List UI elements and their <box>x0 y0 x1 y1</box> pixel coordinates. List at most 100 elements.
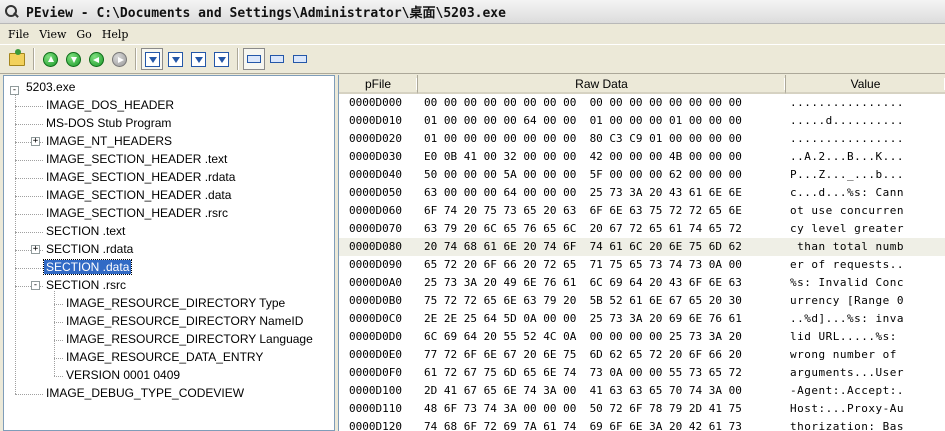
import-icon <box>213 51 229 67</box>
view-dword-button[interactable] <box>289 48 311 70</box>
table-row[interactable]: 0000D0B0 75 72 72 65 6E 63 79 20 5B 52 61… <box>339 292 945 310</box>
pfile-cell: 0000D0C0 <box>349 312 402 325</box>
tree-connector <box>54 322 63 323</box>
tree-item-label: MS-DOS Stub Program <box>46 116 172 130</box>
table-row[interactable]: 0000D040 50 00 00 00 5A 00 00 00 5F 00 00… <box>339 166 945 184</box>
expand-toggle[interactable]: + <box>31 245 40 254</box>
menu-help[interactable]: Help <box>98 27 135 41</box>
menu-view[interactable]: View <box>35 27 72 41</box>
tree-item[interactable]: IMAGE_NT_HEADERS <box>44 133 174 150</box>
value-cell: .....d.......... <box>790 114 904 127</box>
pfile-cell: 0000D050 <box>349 186 402 199</box>
open-file-icon <box>9 48 25 66</box>
tree-item[interactable]: IMAGE_SECTION_HEADER .rsrc <box>44 205 230 222</box>
open-file-button[interactable] <box>6 48 28 70</box>
collapse-toggle[interactable]: - <box>31 281 40 290</box>
table-row[interactable]: 0000D050 63 00 00 00 64 00 00 00 25 73 3A… <box>339 184 945 202</box>
tree-item-label: IMAGE_SECTION_HEADER .rdata <box>46 170 236 184</box>
menu-go[interactable]: Go <box>72 27 97 41</box>
tree-item[interactable]: MS-DOS Stub Program <box>44 115 173 132</box>
tree-item[interactable]: IMAGE_RESOURCE_DIRECTORY Type <box>64 295 287 312</box>
tree-item[interactable]: IMAGE_RESOURCE_DIRECTORY Language <box>64 331 315 348</box>
column-header-pfile[interactable]: pFile <box>339 75 418 94</box>
export-button[interactable] <box>187 48 209 70</box>
pfile-cell: 0000D000 <box>349 96 402 109</box>
toolbar <box>0 44 945 74</box>
expand-toggle[interactable]: + <box>31 137 40 146</box>
raw-data-cell: 01 00 00 00 00 00 00 00 80 C3 C9 01 00 0… <box>424 132 742 145</box>
table-row[interactable]: 0000D070 63 79 20 6C 65 76 65 6C 20 67 72… <box>339 220 945 238</box>
table-row[interactable]: 0000D090 65 72 20 6F 66 20 72 65 71 75 65… <box>339 256 945 274</box>
value-cell: -Agent:.Accept:. <box>790 384 904 397</box>
value-cell: wrong number of <box>790 348 904 361</box>
tree-connector <box>15 178 43 179</box>
table-row[interactable]: 0000D120 74 68 6F 72 69 7A 61 74 69 6F 6E… <box>339 418 945 431</box>
table-row[interactable]: 0000D010 01 00 00 00 00 64 00 00 01 00 00… <box>339 112 945 130</box>
table-row[interactable]: 0000D0D0 6C 69 64 20 55 52 4C 0A 00 00 00… <box>339 328 945 346</box>
view-word-icon <box>270 55 284 63</box>
menu-file[interactable]: File <box>4 27 35 41</box>
tree-item-label: VERSION 0001 0409 <box>66 368 181 382</box>
tree-item[interactable]: IMAGE_DEBUG_TYPE_CODEVIEW <box>44 385 246 402</box>
table-row[interactable]: 0000D0E0 77 72 6F 6E 67 20 6E 75 6D 62 65… <box>339 346 945 364</box>
column-header-value[interactable]: Value <box>786 75 945 94</box>
value-cell: ................ <box>790 96 904 109</box>
tree-connector <box>15 268 43 269</box>
go-forward-button[interactable] <box>108 48 130 70</box>
column-header-raw-data[interactable]: Raw Data <box>418 75 786 94</box>
value-cell: c...d...%s: Cann <box>790 186 904 199</box>
table-row[interactable]: 0000D000 00 00 00 00 00 00 00 00 00 00 00… <box>339 94 945 112</box>
save-view-button[interactable] <box>141 48 163 70</box>
table-row[interactable]: 0000D110 48 6F 73 74 3A 00 00 00 50 72 6F… <box>339 400 945 418</box>
pfile-cell: 0000D0F0 <box>349 366 402 379</box>
table-row[interactable]: 0000D020 01 00 00 00 00 00 00 00 80 C3 C9… <box>339 130 945 148</box>
title-bar: PEview - C:\Documents and Settings\Admin… <box>0 0 945 24</box>
table-row[interactable]: 0000D0A0 25 73 3A 20 49 6E 76 61 6C 69 64… <box>339 274 945 292</box>
tree-root[interactable]: -5203.exe <box>10 79 77 96</box>
mail-button[interactable] <box>164 48 186 70</box>
tree-item[interactable]: IMAGE_RESOURCE_DIRECTORY NameID <box>64 313 305 330</box>
structure-tree[interactable]: -5203.exe IMAGE_DOS_HEADER MS-DOS Stub Pr… <box>3 75 335 431</box>
view-dword-icon <box>293 55 307 63</box>
tree-item[interactable]: IMAGE_SECTION_HEADER .data <box>44 187 233 204</box>
table-row[interactable]: 0000D080 20 74 68 61 6E 20 74 6F 74 61 6C… <box>339 238 945 256</box>
table-row[interactable]: 0000D060 6F 74 20 75 73 65 20 63 6F 6E 63… <box>339 202 945 220</box>
tree-item[interactable]: SECTION .rdata <box>44 241 135 258</box>
table-row[interactable]: 0000D030 E0 0B 41 00 32 00 00 00 42 00 00… <box>339 148 945 166</box>
tree-item[interactable]: SECTION .text <box>44 223 127 240</box>
value-cell: Host:...Proxy-Au <box>790 402 904 415</box>
tree-item[interactable]: IMAGE_SECTION_HEADER .text <box>44 151 229 168</box>
menu-bar: File View Go Help <box>0 24 945 44</box>
go-up-button[interactable] <box>39 48 61 70</box>
toolbar-separator <box>33 48 35 70</box>
import-button[interactable] <box>210 48 232 70</box>
tree-item[interactable]: IMAGE_SECTION_HEADER .rdata <box>44 169 237 186</box>
up-arrow-icon <box>42 51 58 67</box>
raw-data-cell: E0 0B 41 00 32 00 00 00 42 00 00 00 4B 0… <box>424 150 742 163</box>
tree-item-label: IMAGE_SECTION_HEADER .text <box>46 152 228 166</box>
view-word-button[interactable] <box>266 48 288 70</box>
tree-item[interactable]: SECTION .rsrc <box>44 277 128 294</box>
hex-view[interactable]: pFile Raw Data Value 0000D000 00 00 00 00… <box>338 75 945 431</box>
tree-item[interactable]: IMAGE_DOS_HEADER <box>44 97 176 114</box>
raw-data-cell: 25 73 3A 20 49 6E 76 61 6C 69 64 20 43 6… <box>424 276 742 289</box>
collapse-toggle[interactable]: - <box>10 86 19 95</box>
go-back-button[interactable] <box>85 48 107 70</box>
magnifier-app-icon <box>4 4 20 20</box>
go-down-button[interactable] <box>62 48 84 70</box>
value-cell: ot use concurren <box>790 204 904 217</box>
table-row[interactable]: 0000D0C0 2E 2E 25 64 5D 0A 00 00 25 73 3A… <box>339 310 945 328</box>
tree-item[interactable]: VERSION 0001 0409 <box>64 367 182 384</box>
table-row[interactable]: 0000D100 2D 41 67 65 6E 74 3A 00 41 63 63… <box>339 382 945 400</box>
raw-data-cell: 20 74 68 61 6E 20 74 6F 74 61 6C 20 6E 7… <box>424 240 742 253</box>
table-row[interactable]: 0000D0F0 61 72 67 75 6D 65 6E 74 73 0A 00… <box>339 364 945 382</box>
tree-connector <box>54 376 63 377</box>
pfile-cell: 0000D090 <box>349 258 402 271</box>
tree-item[interactable]: SECTION .data <box>42 259 133 276</box>
tree-item-label: IMAGE_SECTION_HEADER .data <box>46 188 232 202</box>
tree-connector <box>54 340 63 341</box>
tree-item[interactable]: IMAGE_RESOURCE_DATA_ENTRY <box>64 349 265 366</box>
tree-item-label: SECTION .data <box>42 259 133 275</box>
view-byte-button[interactable] <box>243 48 265 70</box>
down-arrow-icon <box>65 51 81 67</box>
